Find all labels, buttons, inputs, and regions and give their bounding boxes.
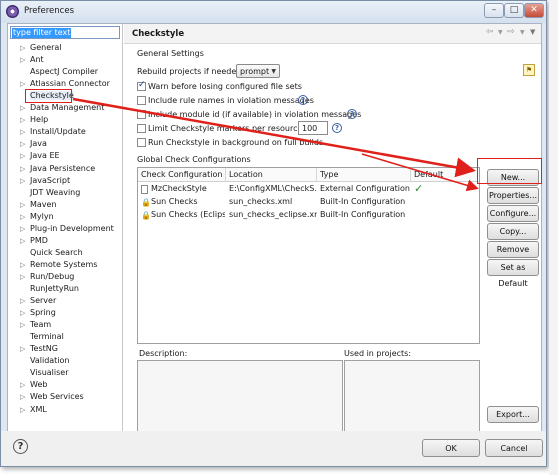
annotation-arrows [72, 97, 479, 192]
annotation-arrow-to-properties [361, 153, 479, 192]
annotation-arrow-to-new [72, 97, 476, 178]
background-window-strip [549, 0, 558, 475]
